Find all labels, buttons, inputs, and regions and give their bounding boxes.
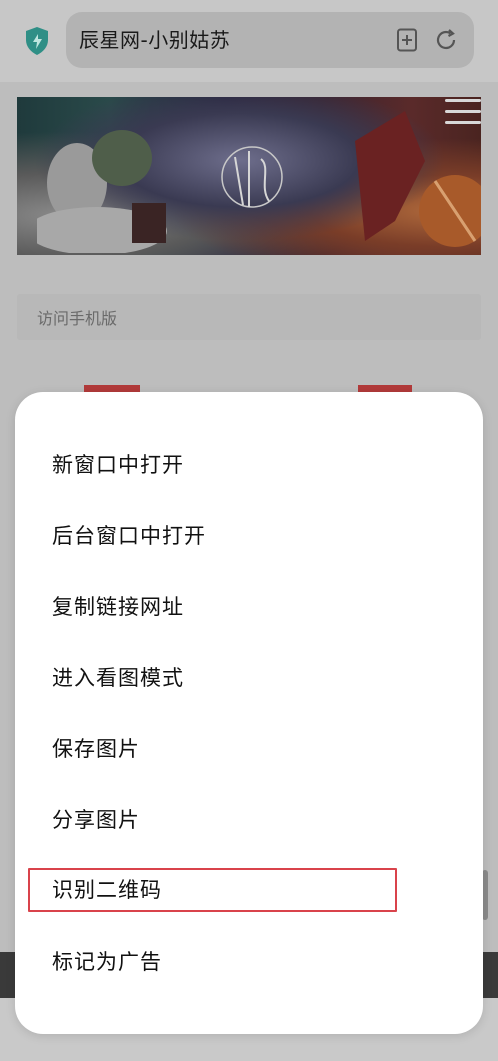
banner-image[interactable]	[17, 97, 481, 255]
hamburger-menu-icon[interactable]	[445, 99, 481, 127]
address-bar[interactable]: 辰星网-小别姑苏	[66, 12, 474, 68]
image-context-menu: 新窗口中打开 后台窗口中打开 复制链接网址 进入看图模式 保存图片 分享图片 识…	[15, 392, 483, 1034]
browser-toolbar: 辰星网-小别姑苏	[0, 0, 498, 82]
menu-item-scan-qr-code[interactable]: 识别二维码	[52, 876, 162, 904]
page-title: 辰星网-小别姑苏	[79, 28, 231, 52]
menu-item-copy-link[interactable]: 复制链接网址	[52, 593, 184, 621]
menu-item-image-view-mode[interactable]: 进入看图模式	[52, 664, 184, 692]
banner-character-left	[37, 130, 167, 253]
visit-mobile-version-label: 访问手机版	[37, 309, 118, 328]
menu-item-open-background-window[interactable]: 后台窗口中打开	[52, 522, 206, 550]
reload-icon[interactable]	[434, 28, 458, 52]
menu-item-mark-as-ad[interactable]: 标记为广告	[52, 948, 162, 976]
menu-item-save-image[interactable]: 保存图片	[52, 735, 140, 763]
security-shield-icon[interactable]	[24, 26, 50, 56]
menu-item-open-new-window[interactable]: 新窗口中打开	[52, 451, 184, 479]
banner-calligraphy-logo	[221, 146, 283, 208]
add-bookmark-icon[interactable]	[396, 28, 418, 52]
visit-mobile-version-link[interactable]: 访问手机版	[17, 294, 481, 340]
menu-item-share-image[interactable]: 分享图片	[52, 806, 140, 834]
